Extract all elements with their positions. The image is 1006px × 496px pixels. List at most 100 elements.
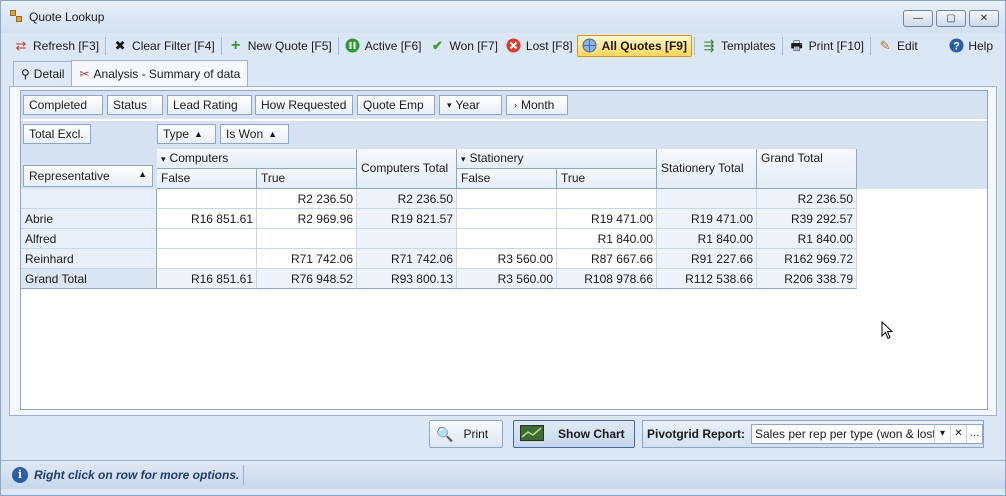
analysis-panel: Completed Status Lead Rating How Request… [9,86,997,416]
table-cell: R87 667.66 [557,249,657,269]
pivot-grid: Completed Status Lead Rating How Request… [20,90,988,410]
pause-icon [345,38,361,54]
row-label: Reinhard [21,249,157,269]
toolbar: ⇄ Refresh [F3] ✖ Clear Filter [F4] + New… [1,33,1005,58]
table-cell: R2 236.50 [357,189,457,209]
filter-field-area: Completed Status Lead Rating How Request… [21,91,987,119]
help-icon: ? [948,38,964,54]
print-toolbar-button[interactable]: 🖶 Print [F10] [785,35,868,57]
table-cell [457,189,557,209]
table-row[interactable]: R2 236.50 R2 236.50 R2 236.50 [21,189,857,209]
table-row[interactable]: Abrie R16 851.61 R2 969.96 R19 821.57 R1… [21,209,857,229]
table-cell: R162 969.72 [757,249,857,269]
grand-total-row[interactable]: Grand Total R16 851.61 R76 948.52 R93 80… [21,269,857,289]
active-button[interactable]: Active [F6] [341,35,426,57]
print-preview-icon: 🔍 [436,425,454,442]
magnifier-icon: ⚲ [21,67,30,81]
table-cell [457,209,557,229]
column-header-computers-false: False [157,169,257,189]
help-button[interactable]: ? Help [944,35,997,57]
sort-up-icon: ▲ [138,169,147,179]
row-label: Grand Total [21,269,157,289]
lost-button[interactable]: Lost [F8] [502,35,577,57]
data-field-total-excl[interactable]: Total Excl. [23,124,91,144]
table-cell: R76 948.52 [257,269,357,289]
tab-detail[interactable]: ⚲ Detail [13,61,73,86]
filter-field-quote-emp[interactable]: Quote Emp [357,95,435,115]
table-cell: R2 236.50 [257,189,357,209]
column-group-stationery[interactable]: ▾ Stationery [457,149,657,169]
app-icon [10,10,24,24]
mouse-cursor-icon [881,321,894,340]
status-text: Right click on row for more options. [34,468,240,482]
templates-button[interactable]: ⇶ Templates [697,35,780,57]
chevron-down-icon: ▾ [161,154,166,164]
table-cell: R108 978.66 [557,269,657,289]
tab-analysis[interactable]: ✂ Analysis - Summary of data [71,60,249,87]
show-chart-button[interactable]: Show Chart [513,420,635,448]
pivotgrid-report-selector: Pivotgrid Report: Sales per rep per type… [642,420,984,448]
table-cell: R206 338.79 [757,269,857,289]
column-header-grand-total: Grand Total [757,149,857,189]
filter-field-lead-rating[interactable]: Lead Rating [167,95,252,115]
table-row[interactable]: Reinhard R71 742.06 R71 742.06 R3 560.00… [21,249,857,269]
filter-field-completed[interactable]: Completed [23,95,103,115]
filter-field-status[interactable]: Status [107,95,163,115]
maximize-button[interactable]: ▢ [936,10,966,27]
templates-icon: ⇶ [703,37,715,53]
close-button[interactable]: ✕ [969,10,999,27]
table-cell: R3 560.00 [457,269,557,289]
data-field-area: Total Excl. Type ▲ Is Won ▲ [21,121,987,149]
column-field-type[interactable]: Type ▲ [157,124,216,144]
svg-text:?: ? [953,41,960,53]
won-button[interactable]: ✔ Won [F7] [425,35,501,57]
plus-icon: + [231,36,241,54]
table-cell [157,189,257,209]
refresh-icon: ⇄ [15,37,27,53]
table-cell: R93 800.13 [357,269,457,289]
print-button[interactable]: 🔍 Print [429,420,503,448]
table-cell: R71 742.06 [357,249,457,269]
table-cell: R16 851.61 [157,209,257,229]
table-cell: R19 471.00 [557,209,657,229]
chart-icon [520,424,544,444]
pivotgrid-report-combo[interactable]: Sales per rep per type (won & lost) ▾ ✕ … [751,424,983,444]
column-group-computers[interactable]: ▾ Computers [157,149,357,169]
tools-icon: ✂ [79,67,90,81]
table-cell: R71 742.06 [257,249,357,269]
pivotgrid-report-label: Pivotgrid Report: [647,427,745,441]
dropdown-arrow-icon[interactable]: ▾ [934,425,950,443]
table-row[interactable]: Alfred R1 840.00 R1 840.00 R1 840.00 [21,229,857,249]
table-cell [157,249,257,269]
table-cell: R91 227.66 [657,249,757,269]
minimize-button[interactable]: — [903,10,933,27]
table-cell: R16 851.61 [157,269,257,289]
refresh-button[interactable]: ⇄ Refresh [F3] [9,35,103,57]
chevron-down-icon: ▾ [461,154,466,164]
column-field-is-won[interactable]: Is Won ▲ [220,124,289,144]
column-header-computers-true: True [257,169,357,189]
all-quotes-button[interactable]: All Quotes [F9] [576,34,692,57]
clear-icon[interactable]: ✕ [950,425,966,443]
row-label [21,189,157,209]
table-cell [157,229,257,249]
quote-lookup-window: Quote Lookup — ▢ ✕ ⇄ Refresh [F3] ✖ Clea… [0,0,1006,496]
table-cell: R1 840.00 [557,229,657,249]
edit-icon: ✎ [879,37,891,53]
window-title: Quote Lookup [29,10,105,24]
filter-field-month[interactable]: › Month [506,95,568,115]
clear-filter-button[interactable]: ✖ Clear Filter [F4] [108,35,219,57]
sort-up-icon: ▲ [268,129,278,139]
edit-button[interactable]: ✎ Edit [873,35,922,57]
column-header-stationery-false: False [457,169,557,189]
table-cell: R1 840.00 [657,229,757,249]
row-field-representative[interactable]: Representative ▲ [23,165,153,187]
table-cell: R19 471.00 [657,209,757,229]
status-bar: i Right click on row for more options. [1,460,1005,489]
new-quote-button[interactable]: + New Quote [F5] [224,35,336,57]
ellipsis-icon[interactable]: … [966,425,982,443]
filter-field-how-requested[interactable]: How Requested [255,95,353,115]
info-icon: i [12,467,28,483]
filter-field-year[interactable]: ▾ Year [439,95,502,115]
table-cell [257,229,357,249]
